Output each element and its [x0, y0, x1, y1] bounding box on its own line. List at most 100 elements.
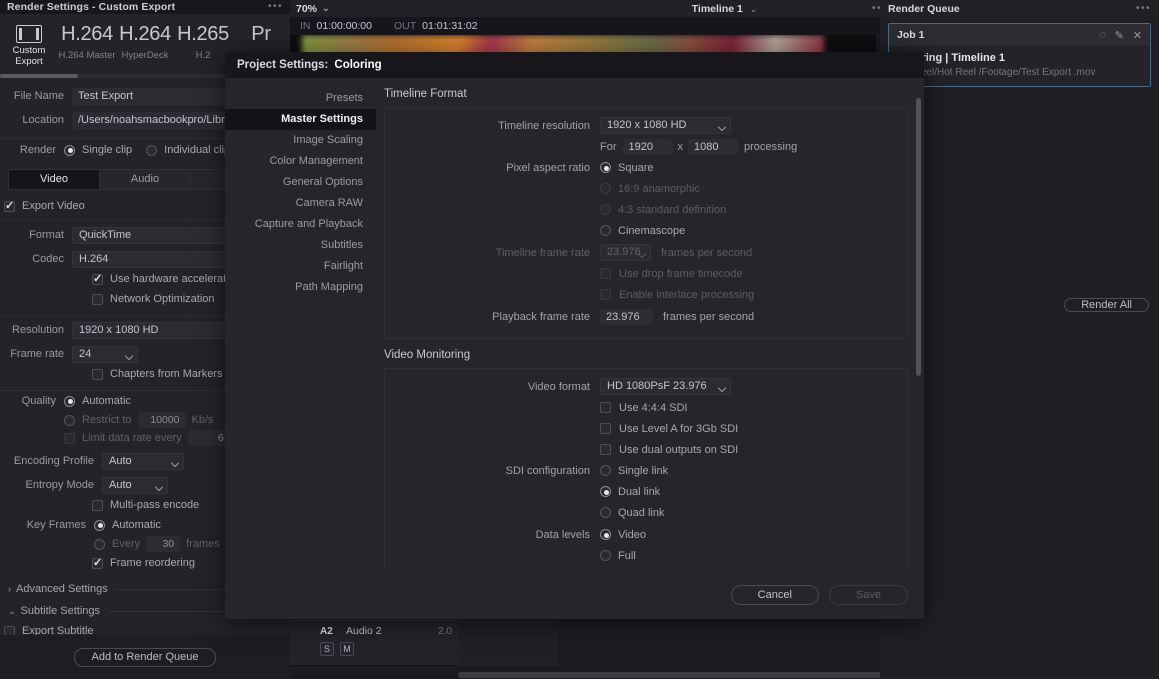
- frame-rate-select[interactable]: 24: [72, 345, 138, 363]
- nav-item-general-options[interactable]: General Options: [225, 172, 376, 193]
- nav-item-path-mapping[interactable]: Path Mapping: [225, 277, 376, 298]
- nav-item-camera-raw[interactable]: Camera RAW: [225, 193, 376, 214]
- nav-item-fairlight[interactable]: Fairlight: [225, 256, 376, 277]
- track-lane-left[interactable]: [458, 620, 558, 666]
- radio-keyframes-every[interactable]: [94, 538, 105, 550]
- nav-item-subtitles[interactable]: Subtitles: [225, 235, 376, 256]
- add-to-render-queue-button[interactable]: Add to Render Queue: [74, 647, 216, 667]
- nav-item-image-scaling[interactable]: Image Scaling: [225, 130, 376, 151]
- render-settings-title: Render Settings - Custom Export: [7, 1, 176, 13]
- hardware-acceleration-checkbox[interactable]: [92, 272, 103, 286]
- chapters-from-markers-checkbox[interactable]: [92, 368, 103, 380]
- zoom-level-selector[interactable]: 70% ⌄: [296, 3, 330, 15]
- entropy-mode-select[interactable]: Auto: [102, 476, 168, 494]
- pixel-aspect-sd-row: 4:3 standard definition: [385, 200, 907, 219]
- processing-width-input[interactable]: 1920: [622, 138, 673, 155]
- nav-item-color-management[interactable]: Color Management: [225, 151, 376, 172]
- radio-pixel-aspect-cinemascope[interactable]: [600, 225, 611, 236]
- render-job-header: Job 1 ◌ ✎ ✕: [889, 24, 1150, 46]
- limit-data-rate-input[interactable]: 6: [187, 430, 230, 446]
- wifi-icon[interactable]: ◌: [1099, 29, 1106, 41]
- preset-hyperdeck[interactable]: H.264 HyperDeck: [116, 20, 174, 61]
- radio-sdi-dual-link[interactable]: [600, 486, 611, 497]
- track-name-label: Audio 2: [346, 625, 382, 637]
- processing-height-input[interactable]: 1080: [688, 138, 738, 155]
- timeline-resolution-label: Timeline resolution: [498, 119, 590, 132]
- out-timecode[interactable]: 01:01:31:02: [422, 20, 477, 32]
- preset-custom-export[interactable]: Custom Export: [0, 20, 58, 67]
- radio-quality-automatic[interactable]: [64, 395, 75, 407]
- nav-item-presets[interactable]: Presets: [225, 88, 376, 109]
- drop-frame-timecode-label: Use drop frame timecode: [619, 267, 743, 280]
- mute-button[interactable]: M: [340, 642, 354, 656]
- render-all-button[interactable]: Render All: [1064, 298, 1149, 312]
- preset-h265[interactable]: H.265 H.2: [174, 20, 232, 61]
- drop-frame-timecode-checkbox[interactable]: [600, 268, 611, 279]
- frame-reordering-checkbox[interactable]: [92, 556, 103, 570]
- radio-single-clip[interactable]: [64, 144, 75, 156]
- radio-pixel-aspect-anamorphic[interactable]: [600, 183, 611, 194]
- video-format-select[interactable]: HD 1080PsF 23.976: [600, 378, 731, 395]
- tab-audio[interactable]: Audio: [100, 170, 191, 189]
- radio-data-levels-full[interactable]: [600, 550, 611, 561]
- restrict-bitrate-input[interactable]: 10000: [137, 412, 186, 428]
- project-settings-titlebar: Project Settings: Coloring: [225, 52, 924, 78]
- in-timecode[interactable]: 01:00:00:00: [317, 20, 372, 32]
- sdi-quad-link-row: Quad link: [385, 503, 907, 522]
- render-mode-label: Render: [19, 144, 56, 156]
- zoom-level-value: 70%: [296, 2, 318, 15]
- encoding-profile-select[interactable]: Auto: [102, 452, 184, 470]
- drop-frame-row: Use drop frame timecode: [385, 264, 907, 283]
- edit-pencil-icon[interactable]: ✎: [1115, 29, 1124, 42]
- radio-sdi-single-link[interactable]: [600, 465, 611, 476]
- radio-quality-restrict[interactable]: [64, 414, 75, 426]
- save-button[interactable]: Save: [828, 585, 908, 605]
- radio-sdi-quad-link[interactable]: [600, 507, 611, 518]
- solo-button[interactable]: S: [320, 642, 334, 656]
- quality-label: Quality: [21, 395, 56, 407]
- render-queue-menu-icon[interactable]: •••: [1136, 3, 1151, 14]
- render-job-card[interactable]: Job 1 ◌ ✎ ✕ Coloring | Timeline 1 ...o/R…: [888, 23, 1151, 87]
- preset-premiere[interactable]: Pr: [232, 20, 290, 48]
- track-channels-label: 2.0: [438, 625, 452, 637]
- interlace-processing-checkbox[interactable]: [600, 289, 611, 300]
- keyframes-interval-input[interactable]: 30: [146, 536, 181, 552]
- timeline-frame-rate-select[interactable]: 23.976: [600, 244, 651, 261]
- radio-pixel-aspect-square[interactable]: [600, 162, 611, 173]
- timeline-resolution-select[interactable]: 1920 x 1080 HD: [600, 117, 731, 134]
- use-444-sdi-checkbox[interactable]: [600, 402, 611, 413]
- export-video-checkbox[interactable]: [4, 199, 15, 213]
- codec-label: Codec: [32, 253, 64, 265]
- dual-outputs-sdi-checkbox[interactable]: [600, 444, 611, 455]
- render-queue-footer: Render All: [1064, 297, 1149, 314]
- limit-data-rate-checkbox[interactable]: [64, 432, 75, 444]
- network-optimization-checkbox[interactable]: [92, 293, 103, 305]
- preset-glyph: H.264: [61, 23, 113, 45]
- render-settings-menu-icon[interactable]: •••: [268, 2, 283, 12]
- multi-pass-encode-checkbox[interactable]: [92, 499, 103, 511]
- quality-restrict-label: Restrict to: [82, 414, 132, 426]
- chevron-right-icon: ›: [8, 584, 11, 594]
- track-id-label: A2: [320, 625, 333, 637]
- tab-video[interactable]: Video: [9, 170, 100, 189]
- radio-keyframes-automatic[interactable]: [94, 519, 105, 531]
- preset-scroll-thumb[interactable]: [0, 74, 78, 78]
- sdi-dual-link-row: Dual link: [385, 482, 907, 501]
- level-a-3gb-sdi-checkbox[interactable]: [600, 423, 611, 434]
- chevron-down-icon[interactable]: ⌄: [750, 4, 758, 14]
- playback-frame-rate-input[interactable]: 23.976: [600, 308, 653, 325]
- timeline-format-group: Timeline resolution 1920 x 1080 HD For 1…: [384, 107, 908, 339]
- close-icon[interactable]: ✕: [1133, 29, 1142, 42]
- radio-pixel-aspect-standard-definition[interactable]: [600, 204, 611, 215]
- keyframes-automatic-label: Automatic: [112, 519, 161, 531]
- nav-item-capture-and-playback[interactable]: Capture and Playback: [225, 214, 376, 235]
- radio-individual-clips[interactable]: [146, 144, 158, 156]
- nav-item-master-settings[interactable]: Master Settings: [225, 109, 376, 130]
- project-settings-body: Presets Master Settings Image Scaling Co…: [225, 78, 924, 571]
- radio-data-levels-video[interactable]: [600, 529, 611, 540]
- settings-scrollbar-thumb[interactable]: [916, 98, 921, 376]
- cancel-button[interactable]: Cancel: [730, 585, 819, 605]
- preset-h264-master[interactable]: H.264 H.264 Master: [58, 20, 116, 61]
- project-settings-content: Timeline Format Timeline resolution 1920…: [376, 78, 924, 571]
- track-header[interactable]: A2 Audio 2 2.0 S M: [290, 620, 458, 666]
